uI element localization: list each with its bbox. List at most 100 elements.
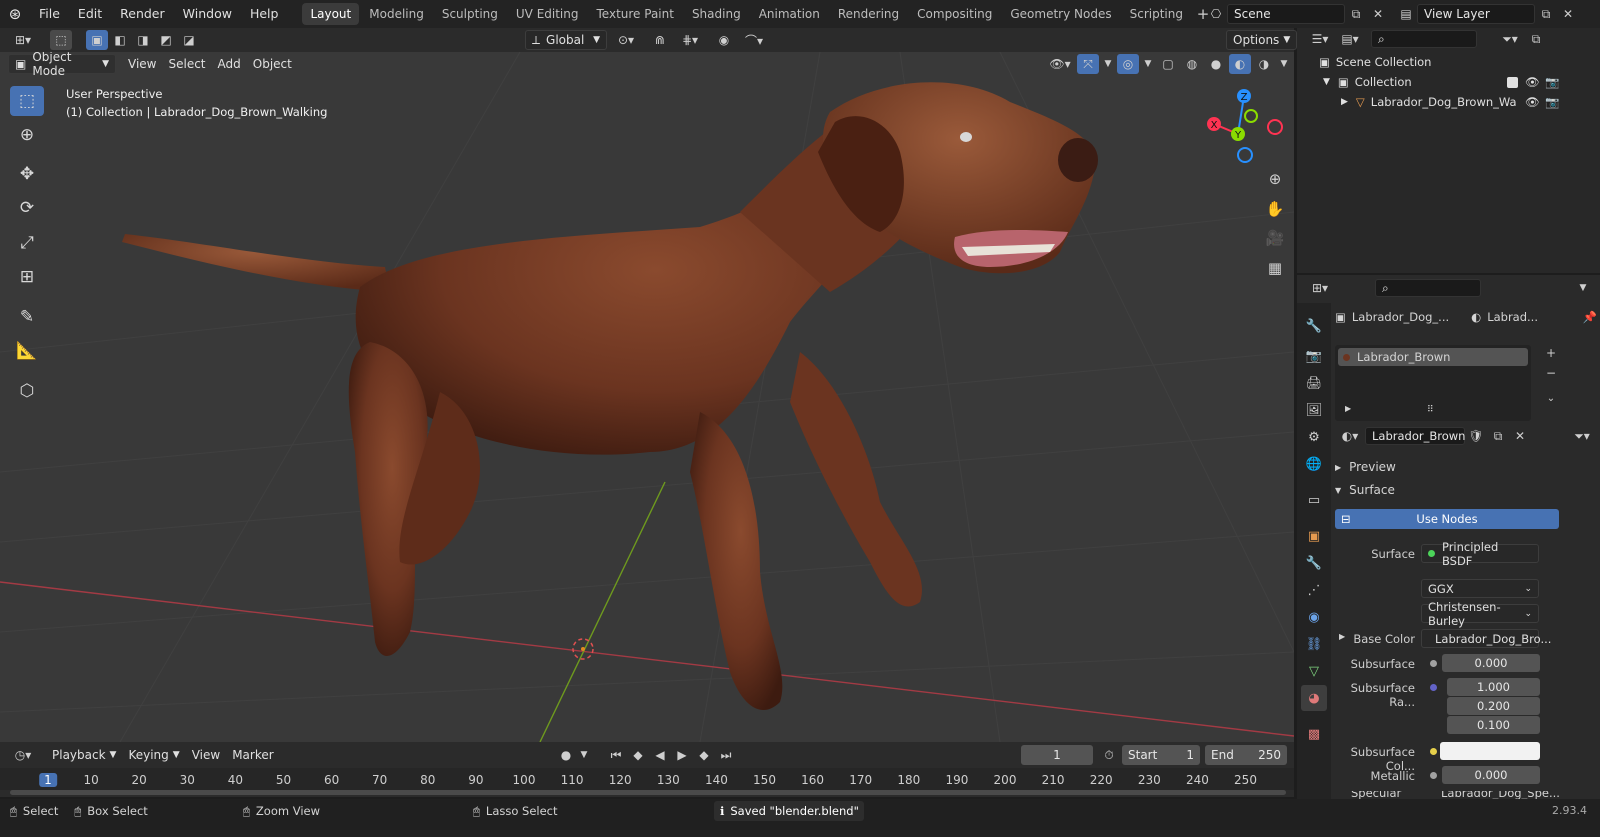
next-keyframe-icon[interactable]: ◆ [693, 745, 715, 765]
expand-arrow-icon[interactable]: ▶ [1341, 97, 1348, 107]
outliner-object[interactable]: ▶ ▽ Labrador_Dog_Brown_Wa 👁 📷 [1297, 92, 1600, 112]
delete-view-layer-icon[interactable]: ✕ [1557, 4, 1579, 24]
material-name-field[interactable]: Labrador_Brown [1365, 427, 1465, 445]
menu-render[interactable]: Render [111, 0, 174, 28]
timeline-menu-playback[interactable]: Playback ▼ [46, 745, 122, 765]
rotate-tool[interactable]: ⟳ [10, 193, 44, 223]
timeline-menu-keying[interactable]: Keying ▼ [122, 745, 185, 765]
timeline-menu-view[interactable]: View [186, 745, 226, 765]
proportional-falloff-icon[interactable]: ⌒▾ [739, 30, 769, 50]
delete-scene-icon[interactable]: ✕ [1367, 4, 1389, 24]
annotate-tool[interactable]: ✎ [10, 302, 44, 332]
subsurface-method-dropdown[interactable]: Christensen-Burley ⌄ [1421, 600, 1539, 628]
rendered-shading-icon[interactable]: ◑ [1253, 54, 1275, 74]
viewport-menu-object[interactable]: Object [247, 54, 298, 74]
proportional-edit-icon[interactable]: ◉ [713, 30, 735, 50]
play-icon[interactable]: ▶ [671, 745, 693, 765]
material-shading-icon[interactable]: ◐ [1229, 54, 1251, 74]
properties-editor-icon[interactable]: ⊞▾ [1305, 278, 1335, 298]
3d-viewport[interactable]: ▣ Object Mode ▼ View Select Add Object 👁… [0, 52, 1294, 742]
select-tool-icon[interactable]: ⬚ [50, 30, 72, 50]
options-button[interactable]: Options ▼ [1226, 30, 1298, 50]
tab-geometry-nodes[interactable]: Geometry Nodes [1002, 3, 1119, 25]
viewport-menu-add[interactable]: Add [212, 54, 247, 74]
overlay-toggle-icon[interactable]: ◎ [1117, 54, 1139, 74]
jump-end-icon[interactable]: ⏭ [715, 745, 737, 765]
shading-dropdown-icon[interactable]: ▼ [1277, 54, 1291, 74]
viewport-menu-select[interactable]: Select [162, 54, 211, 74]
eye-icon[interactable]: 👁 [1525, 75, 1540, 89]
subsurface-radius-x[interactable]: 1.000 [1447, 678, 1540, 696]
record-icon[interactable]: ● [555, 745, 577, 765]
tab-uv-editing[interactable]: UV Editing [508, 3, 587, 25]
camera-view-icon[interactable]: 🎥 [1262, 225, 1288, 251]
zoom-icon[interactable]: ⊕ [1262, 166, 1288, 192]
display-mode-icon[interactable]: ▤▾ [1335, 29, 1365, 49]
output-tab-icon[interactable]: 🖨 [1301, 370, 1327, 396]
pivot-point-icon[interactable]: ⊙▾ [611, 30, 641, 50]
blender-logo-icon[interactable]: ⊛ [0, 4, 30, 24]
menu-window[interactable]: Window [174, 0, 241, 28]
transform-orientation-dropdown[interactable]: ⟂ Global ▼ [525, 30, 607, 50]
tool-tab-icon[interactable]: 🔧 [1301, 313, 1327, 339]
subsurface-field[interactable]: 0.000 [1442, 654, 1540, 672]
timeline-menu-marker[interactable]: Marker [226, 745, 279, 765]
camera-icon[interactable]: 📷 [1545, 75, 1559, 89]
view-layer-selector[interactable]: View Layer [1417, 4, 1535, 24]
tab-layout[interactable]: Layout [302, 3, 360, 25]
view-layer-tab-icon[interactable]: 🖼 [1301, 397, 1327, 423]
gizmo-dropdown-icon[interactable]: ▼ [1101, 54, 1115, 74]
remove-slot-button[interactable]: − [1540, 363, 1562, 383]
properties-options-icon[interactable]: ▼ [1572, 278, 1594, 298]
world-tab-icon[interactable]: 🌐 [1301, 451, 1327, 477]
scene-tab-icon[interactable]: ⚙ [1301, 424, 1327, 450]
new-collection-icon[interactable]: ⧉ [1525, 29, 1547, 49]
prev-keyframe-icon[interactable]: ◆ [627, 745, 649, 765]
end-frame-field[interactable]: End 250 [1205, 745, 1287, 765]
collection-tab-icon[interactable]: ▭ [1301, 487, 1327, 513]
node-tree-icon[interactable]: ⏷▾ [1567, 426, 1597, 446]
material-tab-icon[interactable]: ◕ [1301, 685, 1327, 711]
material-slot-item[interactable]: Labrador_Brown [1338, 348, 1528, 366]
outliner-collection[interactable]: ▼ ▣ Collection 👁 📷 [1297, 72, 1600, 92]
scale-tool[interactable]: ⤢ [10, 228, 44, 258]
outliner-search[interactable]: ⌕ [1371, 30, 1477, 48]
object-tab-icon[interactable]: ▣ [1301, 523, 1327, 549]
distribution-dropdown[interactable]: GGX ⌄ [1421, 579, 1539, 598]
new-view-layer-icon[interactable]: ⧉ [1535, 4, 1557, 24]
frame-ruler[interactable]: 1 10 20 30 40 50 60 70 80 90 100 110 120 130 140 150 160… [0, 768, 1294, 790]
texture-tab-icon[interactable]: ▩ [1301, 721, 1327, 747]
editor-type-icon[interactable]: ⊞▾ [6, 30, 40, 50]
add-cube-tool[interactable]: ⬡ [10, 376, 44, 406]
subsurface-radius-z[interactable]: 0.100 [1447, 716, 1540, 734]
pan-hand-icon[interactable]: ✋ [1262, 196, 1288, 222]
menu-file[interactable]: File [30, 0, 69, 28]
transform-tool[interactable]: ⊞ [10, 262, 44, 292]
stopwatch-icon[interactable]: ⏱ [1098, 745, 1120, 765]
tab-scripting[interactable]: Scripting [1122, 3, 1191, 25]
resize-handle-icon[interactable]: ⠿ [1427, 405, 1434, 415]
tab-shading[interactable]: Shading [684, 3, 749, 25]
cursor-tool[interactable]: ⊕ [10, 120, 44, 150]
data-tab-icon[interactable]: ▽ [1301, 658, 1327, 684]
metallic-field[interactable]: 0.000 [1442, 766, 1540, 784]
filter-icon[interactable]: ⏷▾ [1495, 29, 1525, 49]
overlay-dropdown-icon[interactable]: ▼ [1141, 54, 1155, 74]
move-tool[interactable]: ✥ [10, 159, 44, 189]
mode-invert-icon[interactable]: ◩ [155, 30, 177, 50]
solid-shading-icon[interactable]: ● [1205, 54, 1227, 74]
particles-tab-icon[interactable]: ⋰ [1301, 577, 1327, 603]
add-slot-button[interactable]: + [1540, 343, 1562, 363]
current-frame-field[interactable]: 1 [1021, 745, 1093, 765]
tab-rendering[interactable]: Rendering [830, 3, 907, 25]
object-mode-dropdown[interactable]: ▣ Object Mode ▼ [8, 52, 116, 78]
select-box-tool[interactable]: ⬚ [10, 86, 44, 116]
base-color-texture[interactable]: Labrador_Dog_Bro... [1421, 629, 1551, 648]
tab-compositing[interactable]: Compositing [909, 3, 1000, 25]
fake-user-icon[interactable]: 🛡 [1465, 426, 1487, 446]
snap-toggle-icon[interactable]: ⋒ [649, 30, 671, 50]
tab-modeling[interactable]: Modeling [361, 3, 432, 25]
menu-edit[interactable]: Edit [69, 0, 111, 28]
visibility-icon[interactable]: 👁▾ [1045, 54, 1075, 74]
camera-icon[interactable]: 📷 [1545, 95, 1559, 109]
